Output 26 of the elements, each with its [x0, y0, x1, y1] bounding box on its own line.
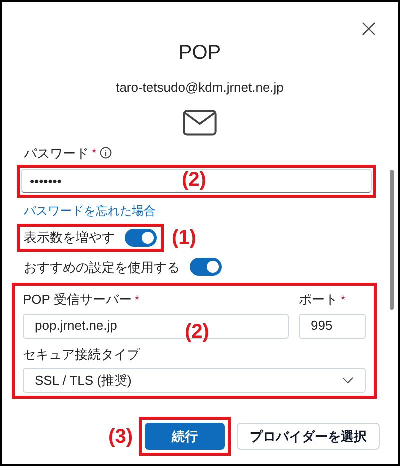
- info-icon[interactable]: [100, 147, 112, 160]
- toggle-label: 表示数を増やす: [24, 228, 115, 247]
- annotation-label: (2): [182, 170, 206, 190]
- required-mark: *: [92, 145, 97, 162]
- port-field[interactable]: 995: [299, 314, 366, 338]
- close-icon[interactable]: [362, 22, 376, 36]
- dialog-title: POP: [178, 41, 222, 66]
- security-dropdown[interactable]: SSL / TLS (推奨): [23, 368, 366, 393]
- chevron-down-icon: [342, 377, 354, 384]
- envelope-icon: [183, 110, 217, 136]
- field-label: パスワード: [24, 144, 89, 162]
- forgot-password-link[interactable]: パスワードを忘れた場合: [17, 202, 376, 220]
- email-address: taro-tetsudo@kdm.jrnet.ne.jp: [116, 79, 284, 97]
- toggle-switch[interactable]: [190, 258, 222, 276]
- toggle-label: おすすめの設定を使用する: [24, 258, 180, 276]
- toggle-switch[interactable]: [125, 228, 157, 246]
- field-label: ポート: [299, 291, 338, 309]
- continue-button[interactable]: 続行: [145, 423, 225, 450]
- annotation-label: (3): [108, 426, 133, 446]
- annotation-label: (1): [172, 228, 196, 248]
- provider-button[interactable]: プロバイダーを選択: [237, 423, 380, 450]
- field-label: セキュア接続タイプ: [23, 346, 142, 364]
- field-label: POP 受信サーバー: [23, 291, 132, 309]
- required-mark: *: [134, 292, 140, 309]
- scrollbar[interactable]: [390, 170, 394, 310]
- required-mark: *: [341, 292, 346, 309]
